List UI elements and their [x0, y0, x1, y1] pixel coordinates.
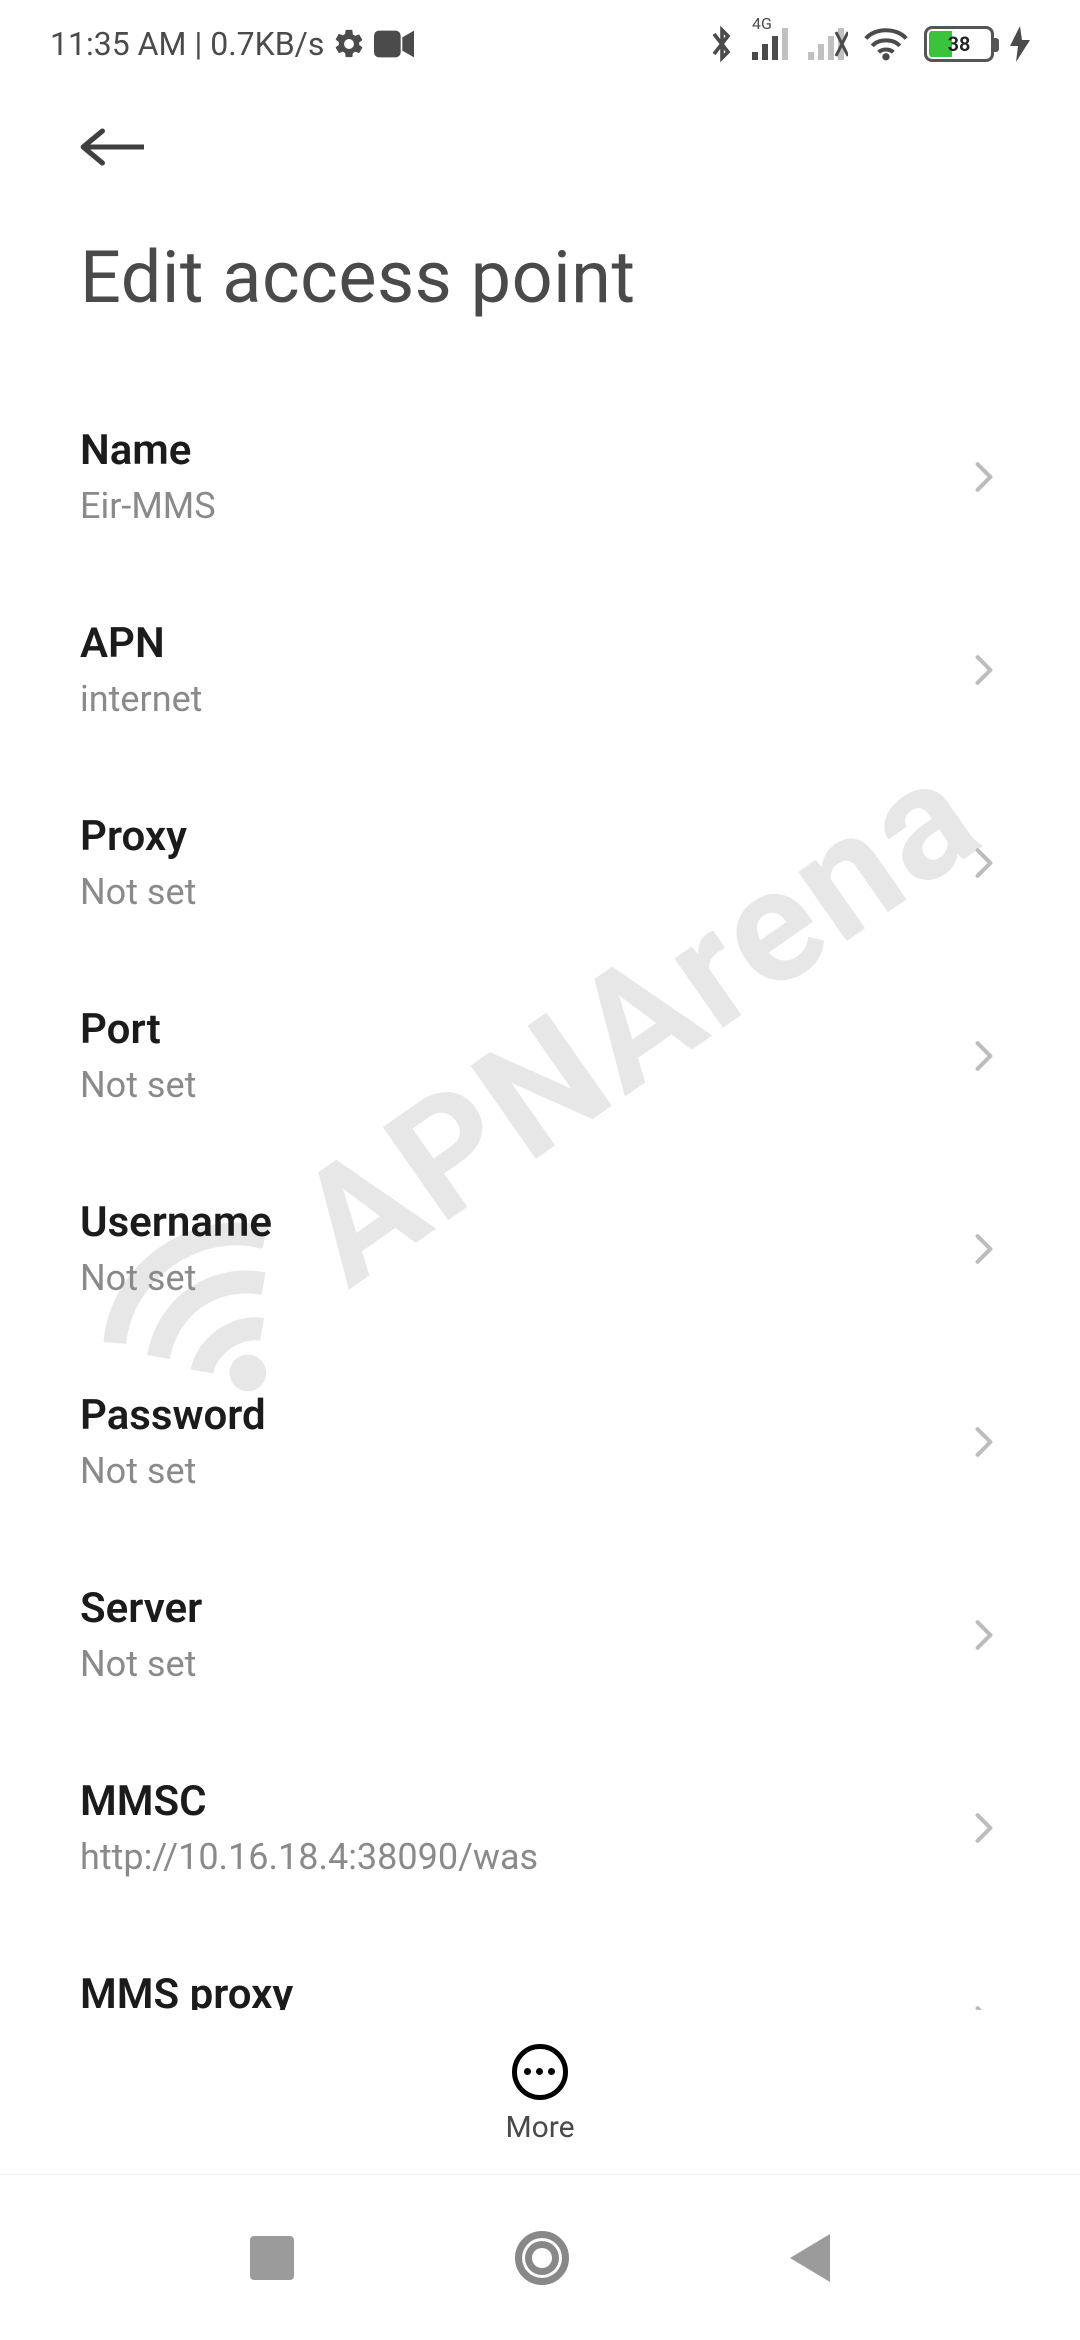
chevron-right-icon	[968, 2005, 1000, 2011]
item-value: Not set	[80, 1450, 948, 1492]
gear-icon	[332, 27, 366, 61]
status-net-speed: 0.7KB/s	[210, 25, 324, 63]
wifi-icon	[864, 26, 908, 62]
setting-item-apn[interactable]: APN internet	[0, 573, 1080, 766]
setting-item-password[interactable]: Password Not set	[0, 1345, 1080, 1538]
item-label: MMS proxy	[80, 1970, 948, 2010]
video-camera-icon	[374, 30, 414, 58]
item-value: Not set	[80, 1643, 948, 1685]
chevron-right-icon	[968, 1233, 1000, 1265]
system-nav-bar	[0, 2174, 1080, 2340]
header: Edit access point	[0, 115, 1080, 320]
more-icon	[512, 2044, 568, 2100]
charging-icon	[1010, 26, 1030, 62]
bluetooth-icon	[708, 24, 736, 64]
item-value: Not set	[80, 871, 948, 913]
chevron-right-icon	[968, 1426, 1000, 1458]
item-value: Not set	[80, 1257, 948, 1299]
nav-home-button[interactable]	[515, 2231, 569, 2285]
item-value: Eir-MMS	[80, 485, 948, 527]
setting-item-proxy[interactable]: Proxy Not set	[0, 766, 1080, 959]
status-separator: |	[194, 25, 202, 63]
setting-item-name[interactable]: Name Eir-MMS	[0, 380, 1080, 573]
setting-item-mms-proxy[interactable]: MMS proxy 10.16.18.77	[0, 1924, 1080, 2010]
setting-item-port[interactable]: Port Not set	[0, 959, 1080, 1152]
signal-2-icon	[808, 28, 848, 60]
chevron-right-icon	[968, 1812, 1000, 1844]
item-label: MMSC	[80, 1777, 948, 1826]
item-label: APN	[80, 619, 948, 668]
back-button[interactable]	[80, 115, 144, 179]
nav-recent-button[interactable]	[250, 2236, 294, 2280]
item-label: Port	[80, 1005, 948, 1054]
setting-item-server[interactable]: Server Not set	[0, 1538, 1080, 1731]
chevron-right-icon	[968, 654, 1000, 686]
status-bar: 11:35 AM | 0.7KB/s 4G 38	[0, 0, 1080, 88]
item-value: internet	[80, 678, 948, 720]
chevron-right-icon	[968, 1040, 1000, 1072]
nav-back-button[interactable]	[790, 2234, 830, 2282]
settings-list: Name Eir-MMS APN internet Proxy Not set …	[0, 380, 1080, 2010]
item-value: Not set	[80, 1064, 948, 1106]
item-label: Name	[80, 426, 948, 475]
chevron-right-icon	[968, 1619, 1000, 1651]
status-time: 11:35 AM	[50, 25, 186, 63]
item-label: Username	[80, 1198, 948, 1247]
setting-item-mmsc[interactable]: MMSC http://10.16.18.4:38090/was	[0, 1731, 1080, 1924]
signal-1-icon: 4G	[752, 28, 792, 60]
more-button[interactable]: More	[505, 2044, 574, 2145]
action-bar: More	[0, 2014, 1080, 2174]
chevron-right-icon	[968, 461, 1000, 493]
battery-percent: 38	[927, 32, 991, 56]
item-label: Password	[80, 1391, 948, 1440]
arrow-left-icon	[80, 127, 144, 167]
item-label: Proxy	[80, 812, 948, 861]
network-type-label: 4G	[752, 14, 772, 33]
chevron-right-icon	[968, 847, 1000, 879]
battery-icon: 38	[924, 26, 994, 62]
item-label: Server	[80, 1584, 948, 1633]
setting-item-username[interactable]: Username Not set	[0, 1152, 1080, 1345]
item-value: http://10.16.18.4:38090/was	[80, 1836, 948, 1878]
page-title: Edit access point	[80, 235, 1000, 320]
more-label: More	[505, 2110, 574, 2145]
